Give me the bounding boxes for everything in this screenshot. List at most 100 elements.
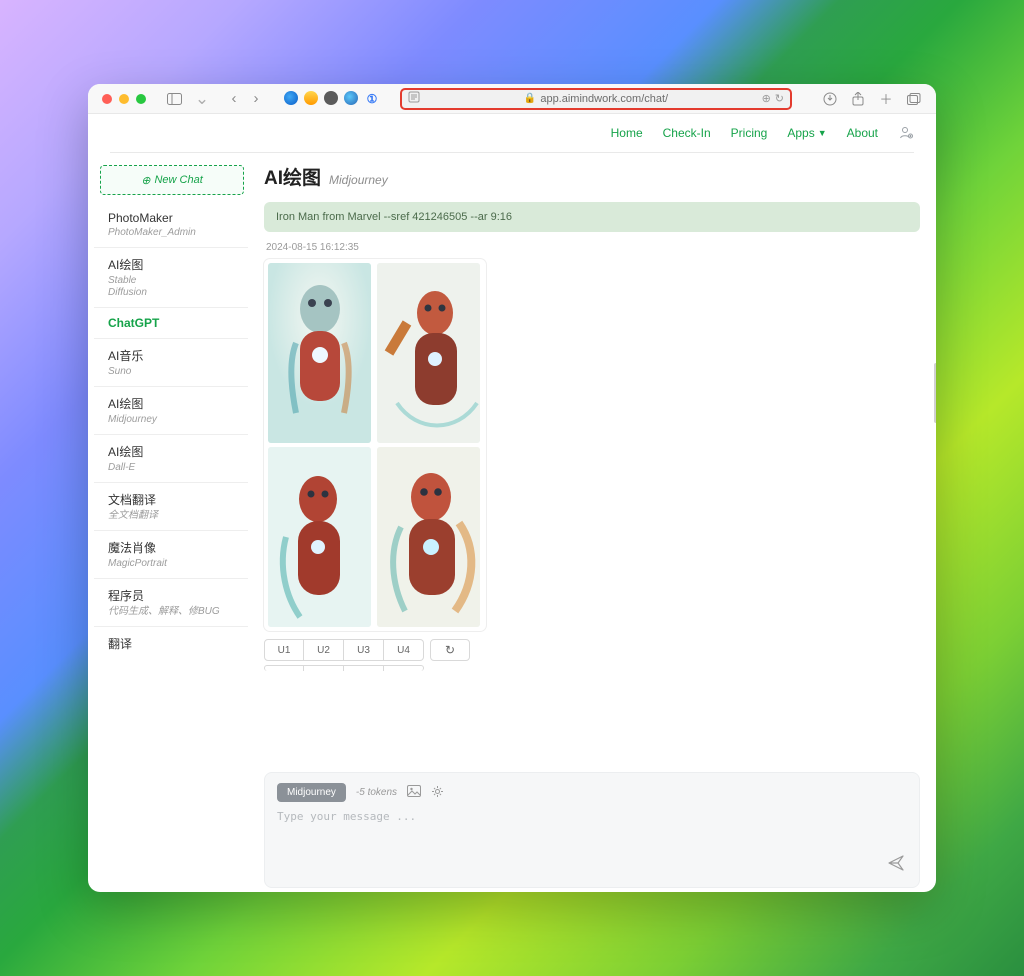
nav-apps[interactable]: Apps ▼ — [787, 126, 826, 140]
extension-icon-2[interactable] — [304, 91, 318, 105]
composer-body — [277, 810, 907, 879]
downloads-icon[interactable] — [822, 91, 838, 107]
nav-pricing[interactable]: Pricing — [731, 126, 768, 140]
maximize-window-button[interactable] — [136, 94, 146, 104]
sidebar-item-subtitle: 代码生成、解释、修BUG — [108, 606, 242, 618]
refresh-icon: ↻ — [445, 643, 455, 657]
lock-icon: 🔒 — [524, 93, 536, 104]
send-button[interactable] — [887, 854, 905, 877]
top-nav: Home Check-In Pricing Apps ▼ About — [88, 114, 936, 152]
sidebar-item-4[interactable]: AI绘图Midjourney — [94, 387, 248, 435]
sidebar-item-subtitle: PhotoMaker_Admin — [108, 227, 242, 239]
url-text: app.aimindwork.com/chat/ — [540, 93, 668, 105]
extension-icon-3[interactable] — [324, 91, 338, 105]
sidebar: ⊕ New Chat PhotoMaker PhotoMaker_Admin AI绘… — [88, 153, 248, 892]
composer-header: Midjourney -5 tokens — [277, 783, 907, 802]
u3-button[interactable]: U3 — [344, 639, 384, 661]
variation-row-partial — [264, 665, 920, 671]
new-chat-button[interactable]: ⊕ New Chat — [100, 165, 244, 195]
model-pill[interactable]: Midjourney — [277, 783, 346, 802]
refresh-icon[interactable]: ↻ — [775, 92, 784, 105]
thumb-3[interactable] — [268, 447, 371, 627]
sidebar-item-3[interactable]: AI音乐Suno — [94, 339, 248, 387]
sidebar-item-5[interactable]: AI绘图 Dall-E — [94, 435, 248, 483]
tabs-overview-icon[interactable] — [906, 91, 922, 107]
sidebar-item-title: 文档翻译 — [108, 491, 242, 508]
share-icon[interactable] — [850, 91, 866, 107]
sidebar-item-1[interactable]: AI绘图 Stable Diffusion — [94, 248, 248, 308]
new-chat-label: New Chat — [154, 174, 202, 186]
nav-arrows: ‹ › — [226, 91, 264, 107]
page-title: AI绘图 Midjourney — [264, 163, 920, 190]
nav-about[interactable]: About — [847, 126, 878, 140]
minimize-window-button[interactable] — [119, 94, 129, 104]
u2-button[interactable]: U2 — [304, 639, 344, 661]
sidebar-item-subtitle: Dall-E — [108, 462, 242, 474]
prompt-display: Iron Man from Marvel --sref 421246505 --… — [264, 202, 920, 232]
thumb-1[interactable] — [268, 263, 371, 443]
sidebar-item-subtitle: Stable Diffusion — [108, 275, 242, 299]
sidebar-toggle-icon[interactable] — [166, 91, 182, 107]
sidebar-item-title: AI绘图 — [108, 443, 242, 460]
browser-window: ⌄ ‹ › ① 🔒 app.aimindwork.com/chat/ ⊕ ↻ — [88, 84, 936, 892]
sidebar-item-title: AI绘图 — [108, 395, 242, 412]
reroll-button[interactable]: ↻ — [430, 639, 470, 661]
app-body: ⊕ New Chat PhotoMaker PhotoMaker_Admin AI绘… — [88, 153, 936, 892]
sidebar-item-title: AI绘图 — [108, 256, 242, 273]
sidebar-item-title: AI音乐 — [108, 347, 242, 364]
sidebar-item-0[interactable]: PhotoMaker PhotoMaker_Admin — [94, 203, 248, 248]
reader-icon — [408, 91, 420, 106]
sidebar-item-2[interactable]: ChatGPT — [94, 308, 248, 339]
image-attach-icon[interactable] — [407, 785, 421, 800]
sidebar-item-8[interactable]: 程序员代码生成、解释、修BUG — [94, 579, 248, 627]
plus-circle-icon: ⊕ — [141, 174, 150, 187]
image-grid — [264, 259, 486, 631]
nav-apps-label: Apps — [787, 126, 814, 140]
timestamp: 2024-08-15 16:12:35 — [266, 242, 920, 253]
page-subtitle: Midjourney — [329, 173, 388, 187]
sidebar-item-title: 程序员 — [108, 587, 242, 604]
sidebar-item-subtitle: 全文档翻译 — [108, 510, 242, 522]
extension-icons: ① — [284, 91, 380, 107]
sidebar-item-title: ChatGPT — [108, 316, 242, 330]
message-input[interactable] — [277, 810, 907, 874]
forward-button[interactable]: › — [248, 91, 264, 107]
titlebar-right: ＋ — [822, 91, 922, 107]
sidebar-item-6[interactable]: 文档翻译全文档翻译 — [94, 483, 248, 531]
user-icon[interactable] — [898, 125, 914, 141]
sidebar-item-9[interactable]: 翻译 — [94, 627, 248, 660]
scrollbar-thumb[interactable] — [934, 363, 936, 423]
translate-icon[interactable]: ⊕ — [762, 92, 771, 105]
thumb-4[interactable] — [377, 447, 480, 627]
extension-icon-5[interactable]: ① — [364, 91, 380, 107]
page-content: Home Check-In Pricing Apps ▼ About ⊕ New… — [88, 114, 936, 892]
upscale-buttons: U1 U2 U3 U4 — [264, 639, 424, 661]
v4-button-partial[interactable] — [384, 665, 424, 671]
main-column: AI绘图 Midjourney Iron Man from Marvel --s… — [248, 153, 936, 892]
u1-button[interactable]: U1 — [264, 639, 304, 661]
nav-checkin[interactable]: Check-In — [663, 126, 711, 140]
token-cost: -5 tokens — [356, 787, 397, 798]
extension-icon-1[interactable] — [284, 91, 298, 105]
v2-button-partial[interactable] — [304, 665, 344, 671]
sidebar-item-title: 翻译 — [108, 635, 242, 652]
extension-icon-4[interactable] — [344, 91, 358, 105]
thumb-2[interactable] — [377, 263, 480, 443]
new-tab-icon[interactable]: ＋ — [878, 91, 894, 107]
sidebar-item-title: PhotoMaker — [108, 211, 242, 225]
nav-home[interactable]: Home — [611, 126, 643, 140]
upscale-row: U1 U2 U3 U4 ↻ — [264, 639, 920, 661]
sidebar-item-7[interactable]: 魔法肖像MagicPortrait — [94, 531, 248, 579]
sidebar-item-subtitle: MagicPortrait — [108, 558, 242, 570]
url-right-controls: ⊕ ↻ — [762, 92, 784, 105]
close-window-button[interactable] — [102, 94, 112, 104]
u4-button[interactable]: U4 — [384, 639, 424, 661]
dropdown-caret-icon[interactable]: ⌄ — [194, 91, 210, 107]
composer: Midjourney -5 tokens — [264, 772, 920, 888]
v1-button-partial[interactable] — [264, 665, 304, 671]
v3-button-partial[interactable] — [344, 665, 384, 671]
titlebar: ⌄ ‹ › ① 🔒 app.aimindwork.com/chat/ ⊕ ↻ — [88, 84, 936, 114]
settings-gear-icon[interactable] — [431, 785, 444, 801]
back-button[interactable]: ‹ — [226, 91, 242, 107]
url-bar[interactable]: 🔒 app.aimindwork.com/chat/ ⊕ ↻ — [400, 88, 792, 110]
